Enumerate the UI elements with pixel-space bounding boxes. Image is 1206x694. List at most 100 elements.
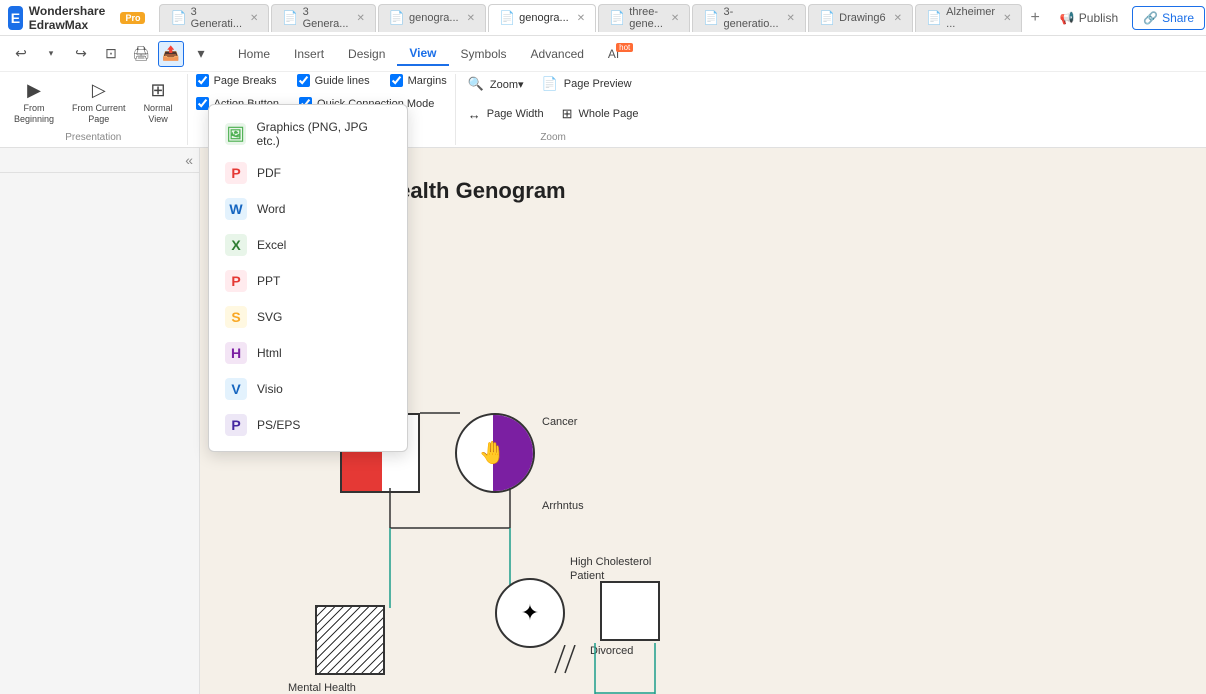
app-logo: E Wondershare EdrawMax Pro: [8, 4, 145, 32]
from-beginning-label: FromBeginning: [14, 103, 54, 125]
visio-icon: V: [225, 378, 247, 400]
tab-2-close[interactable]: ✕: [467, 13, 475, 24]
connector-bottom: [555, 643, 695, 694]
normal-view-icon: ⊞: [151, 80, 166, 101]
graphics-icon: 🖼: [225, 123, 246, 145]
tab-4-close[interactable]: ✕: [671, 13, 679, 24]
tab-0-close[interactable]: ✕: [250, 13, 258, 24]
tab-6[interactable]: 📄 Drawing6 ✕: [808, 4, 913, 32]
export-ppt[interactable]: P PPT: [209, 263, 407, 299]
add-tab-button[interactable]: +: [1024, 9, 1045, 27]
presentation-group: ▶ FromBeginning ▷ From CurrentPage ⊞ Nor…: [0, 74, 188, 145]
normal-view-label: NormalView: [144, 103, 173, 125]
export-graphics[interactable]: 🖼 Graphics (PNG, JPG etc.): [209, 113, 407, 155]
from-current-icon: ▷: [92, 80, 106, 101]
fit-button[interactable]: ⊡: [98, 41, 124, 67]
page-width-icon: ↔: [468, 107, 481, 122]
zoom-group: 🔍 Zoom▾ 📄 Page Preview ↔ Page Width ⊞ Wh…: [456, 74, 651, 145]
page-preview-icon: 📄: [542, 76, 558, 92]
tab-bar: 📄 3 Generati... ✕ 📄 3 Genera... ✕ 📄 geno…: [159, 4, 1045, 32]
tab-3[interactable]: 📄 genogra... ✕: [488, 4, 596, 32]
zoom-button[interactable]: 🔍 Zoom▾: [464, 74, 528, 94]
visio-label: Visio: [257, 382, 283, 396]
export-pdf[interactable]: P PDF: [209, 155, 407, 191]
tab-symbols[interactable]: Symbols: [449, 43, 519, 65]
tab-6-label: Drawing6: [839, 12, 885, 24]
svg-icon: S: [225, 306, 247, 328]
undo-button[interactable]: ↩: [8, 41, 34, 67]
tab-7-close[interactable]: ✕: [1003, 13, 1011, 24]
tab-5-close[interactable]: ✕: [787, 13, 795, 24]
title-bar: E Wondershare EdrawMax Pro 📄 3 Generati.…: [0, 0, 1206, 36]
tab-2[interactable]: 📄 genogra... ✕: [378, 4, 486, 32]
redo-button[interactable]: ↪: [68, 41, 94, 67]
from-current-button[interactable]: ▷ From CurrentPage: [66, 77, 132, 128]
tab-5[interactable]: 📄 3-generatio... ✕: [692, 4, 806, 32]
action-button-input[interactable]: [196, 97, 209, 110]
page-width-button[interactable]: ↔ Page Width: [464, 105, 548, 124]
export-ps[interactable]: P PS/EPS: [209, 407, 407, 443]
export-word[interactable]: W Word: [209, 191, 407, 227]
pdf-icon: P: [225, 162, 247, 184]
ribbon-content: ▶ FromBeginning ▷ From CurrentPage ⊞ Nor…: [0, 72, 1206, 148]
from-beginning-button[interactable]: ▶ FromBeginning: [8, 77, 60, 128]
quick-access-toolbar: ↩ ▾ ↪ ⊡ 🖨 📤 ▾: [8, 41, 214, 67]
tab-1-label: 3 Genera...: [303, 6, 349, 30]
tab-0[interactable]: 📄 3 Generati... ✕: [159, 4, 269, 32]
ps-icon: P: [225, 414, 247, 436]
tab-1[interactable]: 📄 3 Genera... ✕: [271, 4, 375, 32]
export-svg[interactable]: S SVG: [209, 299, 407, 335]
ribbon-tabs: Home Insert Design View Symbols Advanced…: [218, 42, 639, 66]
tab-4-label: three-gene...: [629, 6, 663, 30]
margins-checkbox[interactable]: Margins: [390, 74, 447, 87]
cancer-label: Cancer: [542, 416, 577, 428]
tab-design[interactable]: Design: [336, 43, 397, 65]
whole-page-button[interactable]: ⊞ Whole Page: [558, 104, 643, 124]
guide-lines-checkbox[interactable]: Guide lines: [297, 74, 370, 87]
hot-badge: hot: [616, 43, 633, 52]
export-excel[interactable]: X Excel: [209, 227, 407, 263]
sidebar-top: «: [0, 148, 199, 173]
undo-dropdown[interactable]: ▾: [38, 41, 64, 67]
print-button[interactable]: 🖨: [128, 41, 154, 67]
tab-4[interactable]: 📄 three-gene... ✕: [598, 4, 690, 32]
publish-button[interactable]: 📢 Publish: [1052, 7, 1126, 29]
page-width-label: Page Width: [487, 108, 544, 120]
publish-label: Publish: [1079, 11, 1118, 25]
zoom-buttons: 🔍 Zoom▾ 📄 Page Preview ↔ Page Width ⊞ Wh…: [464, 74, 643, 130]
excel-icon: X: [225, 234, 247, 256]
diagram-divorced-square: [600, 581, 660, 641]
tab-insert[interactable]: Insert: [282, 43, 336, 65]
tab-advanced[interactable]: Advanced: [519, 43, 596, 65]
connector-top-h: [420, 408, 460, 418]
page-breaks-checkbox[interactable]: Page Breaks: [196, 74, 277, 87]
page-preview-button[interactable]: 📄 Page Preview: [538, 74, 636, 94]
from-current-label: From CurrentPage: [72, 103, 126, 125]
page-preview-label: Page Preview: [564, 78, 632, 90]
normal-view-button[interactable]: ⊞ NormalView: [138, 77, 179, 128]
html-icon: H: [225, 342, 247, 364]
from-beginning-icon: ▶: [27, 80, 41, 101]
quick-access-bar: ↩ ▾ ↪ ⊡ 🖨 📤 ▾ Home Insert Design View Sy…: [0, 36, 1206, 72]
presentation-buttons: ▶ FromBeginning ▷ From CurrentPage ⊞ Nor…: [8, 74, 179, 130]
html-label: Html: [257, 346, 282, 360]
share-button[interactable]: 🔗 Share: [1132, 6, 1205, 30]
tab-home[interactable]: Home: [226, 43, 282, 65]
tab-7[interactable]: 📄 Alzheimer ... ✕: [915, 4, 1022, 32]
tab-1-close[interactable]: ✕: [356, 13, 364, 24]
page-breaks-input[interactable]: [196, 74, 209, 87]
pro-badge: Pro: [120, 12, 145, 24]
export-visio[interactable]: V Visio: [209, 371, 407, 407]
tab-6-close[interactable]: ✕: [894, 13, 902, 24]
collapse-sidebar-button[interactable]: «: [185, 152, 193, 168]
export-button[interactable]: 📤: [158, 41, 184, 67]
tab-ai[interactable]: AI hot: [596, 43, 631, 65]
sidebar: «: [0, 148, 200, 694]
guide-lines-input[interactable]: [297, 74, 310, 87]
tab-3-close[interactable]: ✕: [577, 13, 585, 24]
export-html[interactable]: H Html: [209, 335, 407, 371]
margins-input[interactable]: [390, 74, 403, 87]
more-button[interactable]: ▾: [188, 41, 214, 67]
tab-view[interactable]: View: [397, 42, 448, 66]
share-icon: 🔗: [1143, 11, 1158, 25]
